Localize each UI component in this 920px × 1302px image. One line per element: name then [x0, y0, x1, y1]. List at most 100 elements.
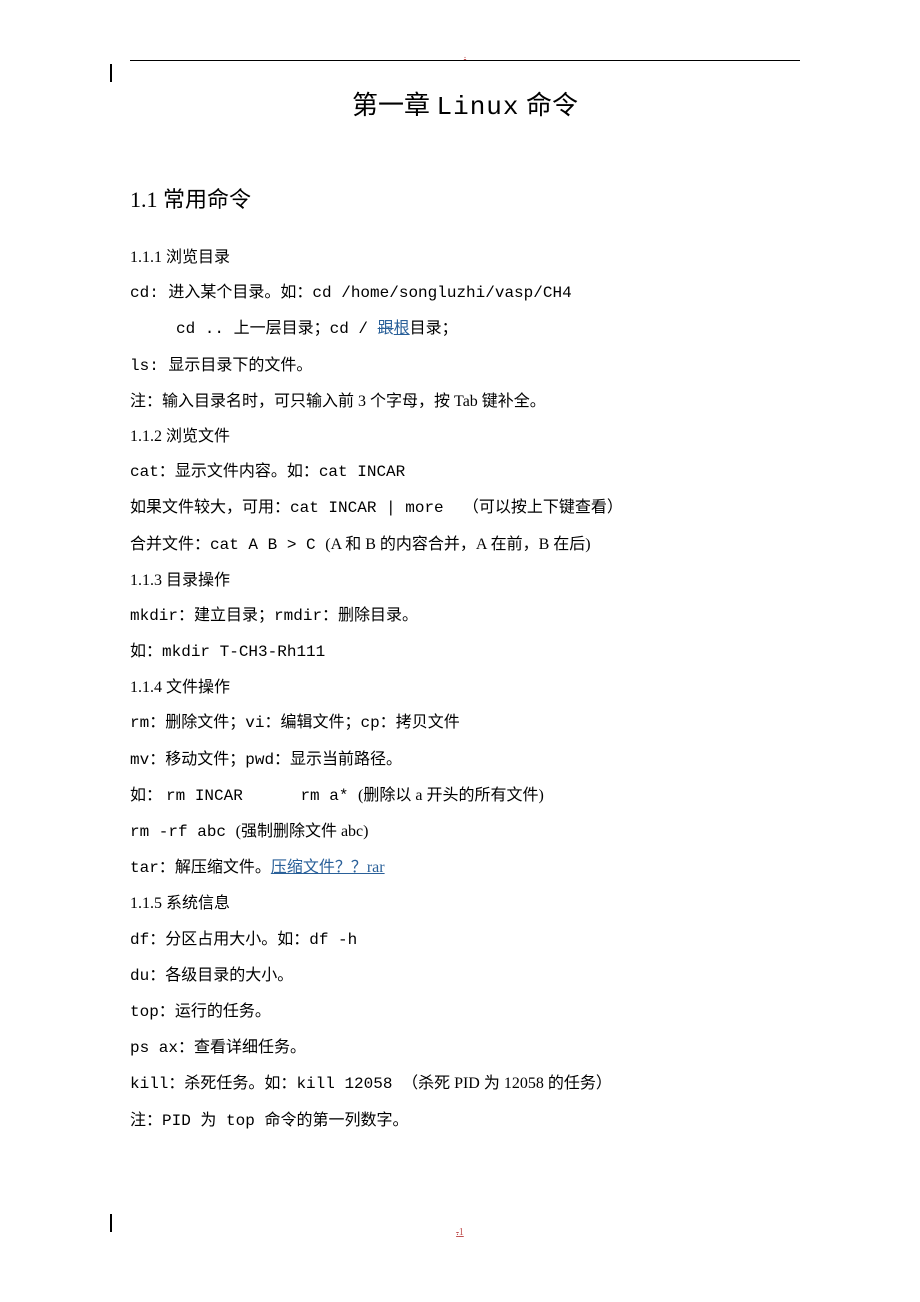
line-ps: ps ax：查看详细任务。 [130, 1030, 800, 1066]
num: 3 [354, 393, 370, 410]
text: 查看详细任务。 [194, 1039, 306, 1056]
cmd-rmdir: rmdir： [274, 607, 338, 625]
text: 注： [130, 1112, 162, 1129]
text: 建立目录； [194, 607, 274, 624]
cmd-rm-rf: rm -rf abc [130, 823, 236, 841]
cmd-cd-up: cd .. [176, 320, 234, 338]
chapter-title: 第一章 Linux 命令 [130, 85, 800, 122]
line-pid-note: 注：PID 为 top 命令的第一列数字。 [130, 1103, 800, 1139]
cmd-rm: rm： [130, 714, 165, 732]
cmd-rm-ex: rm INCAR rm a* [166, 787, 358, 805]
text: 合并文件： [130, 536, 210, 553]
text: 显示文件内容。如： [175, 463, 319, 480]
line-cat-merge: 合并文件：cat A B > C (A 和 B 的内容合并，A 在前，B 在后) [130, 527, 800, 563]
line-tar: tar：解压缩文件。压缩文件？？rar [130, 850, 800, 886]
text: 注：输入目录名时，可只输入前 [130, 393, 354, 410]
line-cd: cd: 进入某个目录。如：cd /home/songluzhi/vasp/CH4 [130, 275, 800, 311]
title-prefix: 第一章 [352, 91, 437, 120]
text: 编辑文件； [280, 714, 360, 731]
line-mv-pwd: mv：移动文件；pwd：显示当前路径。 [130, 742, 800, 778]
text: 各级目录的大小。 [165, 967, 293, 984]
cmd-mv: mv： [130, 751, 165, 769]
text: 显示目录下的文件。 [168, 357, 312, 374]
pid: PID [162, 1112, 200, 1130]
section-heading: 1.1 常用命令 [130, 182, 800, 214]
subhead-1-1-2: 1.1.2 浏览文件 [130, 419, 800, 454]
cmd-cat-more: cat INCAR | more [290, 499, 463, 517]
cmd-cat-merge: cat A B > C [210, 536, 325, 554]
text: (强制删除文件 abc) [236, 823, 369, 840]
text: 键补全。 [482, 393, 546, 410]
text: 拷贝文件 [396, 714, 460, 731]
cmd-vi: vi： [245, 714, 280, 732]
text: 显示当前路径。 [290, 751, 402, 768]
cursor-mark-bottom [110, 1214, 112, 1232]
text: 删除目录。 [338, 607, 418, 624]
text: 分区占用大小。如： [165, 931, 309, 948]
subhead-1-1-5: 1.1.5 系统信息 [130, 886, 800, 921]
cmd-ps: ps ax： [130, 1039, 194, 1057]
line-cat-more: 如果文件较大，可用：cat INCAR | more （可以按上下键查看） [130, 490, 800, 526]
text: 删除文件； [165, 714, 245, 731]
title-mono: Linux [436, 92, 519, 122]
text: 解压缩文件。 [175, 859, 271, 876]
cmd-top: top： [130, 1003, 175, 1021]
text: 目录； [410, 320, 458, 337]
inserted-text: 根 [394, 320, 410, 337]
text: （可以按上下键查看） [463, 499, 623, 516]
text: 运行的任务。 [175, 1003, 271, 1020]
page-footer: .1 [0, 1227, 920, 1238]
cmd-kill: kill： [130, 1075, 184, 1093]
line-top: top：运行的任务。 [130, 994, 800, 1030]
text: 杀死任务。如： [184, 1075, 296, 1092]
text: （杀死 PID 为 12058 的任务） [402, 1075, 612, 1092]
cmd-cat: cat： [130, 463, 175, 481]
subhead-1-1-4: 1.1.4 文件操作 [130, 670, 800, 705]
header-dot: . [464, 50, 466, 60]
page-content: . 第一章 Linux 命令 1.1 常用命令 1.1.1 浏览目录 cd: 进… [130, 60, 800, 1139]
line-ls: ls: 显示目录下的文件。 [130, 348, 800, 384]
text: 命令的第一列数字。 [264, 1112, 408, 1129]
text: 如果文件较大，可用： [130, 499, 290, 516]
cmd-df: df： [130, 931, 165, 949]
line-note-tab: 注：输入目录名时，可只输入前 3 个字母，按 Tab 键补全。 [130, 384, 800, 419]
text: (A 和 B 的内容合并，A 在前，B 在后) [325, 536, 590, 553]
text: 为 [200, 1112, 216, 1129]
subhead-1-1-3: 1.1.3 目录操作 [130, 563, 800, 598]
line-mkdir-ex: 如：mkdir T-CH3-Rh111 [130, 634, 800, 670]
cmd-pwd: pwd： [245, 751, 290, 769]
cmd-mkdir-ex: mkdir T-CH3-Rh111 [162, 643, 325, 661]
cmd-kill-ex: kill 12058 [296, 1075, 402, 1093]
cursor-mark-top [110, 64, 112, 82]
tab-key: Tab [450, 393, 482, 410]
text: 移动文件； [165, 751, 245, 768]
text: 如： [130, 787, 166, 804]
cmd-cd-root: cd / [330, 320, 378, 338]
cmd-du: du： [130, 967, 165, 985]
cmd-cp: cp： [360, 714, 395, 732]
cmd-path: cd /home/songluzhi/vasp/CH4 [312, 284, 571, 302]
line-rm-rf: rm -rf abc (强制删除文件 abc) [130, 814, 800, 850]
annotation-rar: 压缩文件？？rar [271, 859, 385, 876]
strike-text: 跟 [378, 320, 394, 337]
text: 进入某个目录。如： [168, 284, 312, 301]
title-suffix: 命令 [520, 91, 579, 120]
cmd-cd: cd: [130, 284, 168, 302]
cmd-tar: tar： [130, 859, 175, 877]
subhead-1-1-1: 1.1.1 浏览目录 [130, 240, 800, 275]
header-rule: . [130, 60, 800, 61]
page-number: 1 [459, 1227, 464, 1238]
text: 个字母，按 [370, 393, 450, 410]
line-mkdir: mkdir：建立目录；rmdir：删除目录。 [130, 598, 800, 634]
cmd-df-h: df -h [309, 931, 357, 949]
line-rm-vi-cp: rm：删除文件；vi：编辑文件；cp：拷贝文件 [130, 705, 800, 741]
line-du: du：各级目录的大小。 [130, 958, 800, 994]
cmd-ls: ls: [130, 357, 168, 375]
text: 上一层目录； [234, 320, 330, 337]
line-rm-ex: 如： rm INCAR rm a* (删除以 a 开头的所有文件) [130, 778, 800, 814]
text: (删除以 a 开头的所有文件) [358, 787, 544, 804]
cmd-mkdir: mkdir： [130, 607, 194, 625]
cmd-cat-incar: cat INCAR [319, 463, 405, 481]
line-cat: cat：显示文件内容。如：cat INCAR [130, 454, 800, 490]
cmd-top-ref: top [216, 1112, 264, 1130]
